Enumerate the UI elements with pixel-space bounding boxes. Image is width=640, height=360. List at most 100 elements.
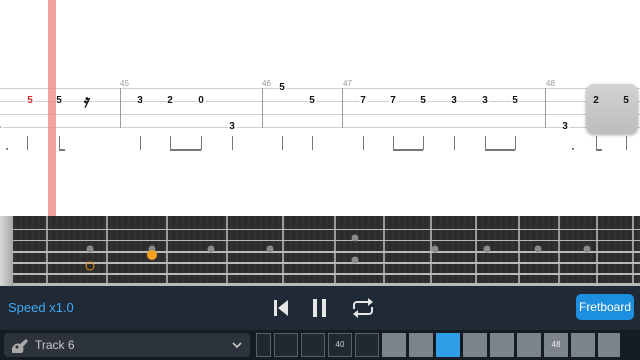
playback-cursor[interactable] (48, 0, 56, 216)
note-flag (596, 149, 602, 151)
barline (262, 88, 263, 128)
note-stem (626, 136, 627, 150)
bar-thumb[interactable] (598, 333, 620, 357)
note-stem (363, 136, 364, 150)
fret-inlay (534, 245, 542, 253)
note-stem (232, 136, 233, 150)
track-name: Track 6 (35, 338, 75, 352)
bottom-bar: Track 6 40 48 (0, 330, 640, 360)
tab-note[interactable]: 3 (450, 96, 458, 106)
string (0, 251, 640, 253)
note-stem (59, 136, 60, 150)
note-stem (282, 136, 283, 150)
playback-controls: Speed x1.0 Fretboard (0, 286, 640, 330)
tab-note[interactable]: 5 (308, 96, 316, 106)
tab-view[interactable]: 45 46 47 48 𝄿 4553203557753353 25 (0, 0, 640, 216)
tab-note[interactable]: 7 (359, 96, 367, 106)
bar-thumb-40[interactable]: 40 (328, 333, 352, 357)
staff-line (0, 114, 640, 115)
note-stem (170, 136, 171, 150)
bar-thumb[interactable] (490, 333, 514, 357)
bar-number: 48 (546, 79, 555, 88)
note-beam (393, 149, 423, 151)
bar-thumb-current[interactable] (436, 333, 460, 357)
bar-thumb[interactable] (409, 333, 433, 357)
note-stem (27, 136, 28, 150)
note-stem (140, 136, 141, 150)
fret-inlay (431, 245, 439, 253)
bar-thumb[interactable] (382, 333, 406, 357)
string (0, 240, 640, 241)
barline (342, 88, 343, 128)
loop-icon[interactable] (349, 296, 375, 320)
rhythm-dot (6, 148, 8, 150)
note-beam (170, 149, 201, 151)
bar-thumb[interactable] (355, 333, 379, 357)
guitar-icon (12, 339, 28, 353)
bar-thumb[interactable] (301, 333, 325, 357)
note-stem (423, 136, 424, 150)
bar-thumb[interactable] (256, 333, 271, 357)
active-note-marker (147, 250, 157, 260)
tab-note[interactable]: 2 (166, 96, 174, 106)
tab-note[interactable]: 5 (55, 96, 63, 106)
pause-icon[interactable] (307, 296, 333, 320)
fret-inlay (583, 245, 591, 253)
bar-thumb[interactable] (463, 333, 487, 357)
bar-thumb[interactable] (517, 333, 541, 357)
bar-number: 45 (120, 79, 129, 88)
string (0, 273, 640, 275)
track-selector[interactable]: Track 6 (4, 333, 250, 357)
bar-thumb-48[interactable]: 48 (544, 333, 568, 357)
open-position-marker (85, 261, 95, 271)
fret-inlay (266, 245, 274, 253)
tab-note[interactable]: 5 (419, 96, 427, 106)
string (0, 229, 640, 230)
fret-inlay (351, 234, 359, 242)
staff-line (0, 88, 640, 89)
tab-note[interactable]: 5 (278, 83, 286, 93)
string (0, 262, 640, 264)
note-beam (485, 149, 515, 151)
note-stem (454, 136, 455, 150)
bar-thumb[interactable] (274, 333, 298, 357)
note-stem (312, 136, 313, 150)
fretboard-nut (0, 216, 13, 286)
note-stem (485, 136, 486, 150)
bar-number: 46 (262, 79, 271, 88)
bar-number: 47 (343, 79, 352, 88)
tab-note[interactable]: 4 (0, 122, 2, 132)
note-stem (515, 136, 516, 150)
skip-back-icon[interactable] (268, 296, 294, 320)
fret-inlay (483, 245, 491, 253)
tab-note[interactable]: 3 (136, 96, 144, 106)
fret-inlay (207, 245, 215, 253)
tab-note[interactable]: 7 (389, 96, 397, 106)
note-stem (393, 136, 394, 150)
tab-note[interactable]: 0 (197, 96, 205, 106)
chevron-down-icon (232, 342, 242, 349)
note-flag (59, 149, 65, 151)
tab-note[interactable]: 5 (26, 96, 34, 106)
tab-note[interactable]: 2 (592, 96, 600, 106)
fret-inlay (351, 256, 359, 264)
staff-line (0, 101, 640, 102)
note-stem (596, 136, 597, 150)
staff-line (0, 127, 640, 128)
fretboard-toggle-button[interactable]: Fretboard (576, 294, 634, 320)
bar-thumb[interactable] (571, 333, 595, 357)
barline (120, 88, 121, 128)
barline (545, 88, 546, 128)
tab-note[interactable]: 3 (481, 96, 489, 106)
fretboard[interactable] (0, 216, 640, 286)
rhythm-dot (572, 148, 574, 150)
tab-note[interactable]: 5 (622, 96, 630, 106)
tab-note[interactable]: 3 (561, 122, 569, 132)
fret-inlay (86, 245, 94, 253)
speed-button[interactable]: Speed x1.0 (8, 300, 74, 315)
note-stem (201, 136, 202, 150)
tab-note[interactable]: 3 (228, 122, 236, 132)
rest-symbol: 𝄿 (82, 90, 92, 113)
selected-beat-highlight[interactable] (586, 84, 638, 134)
tab-note[interactable]: 5 (511, 96, 519, 106)
